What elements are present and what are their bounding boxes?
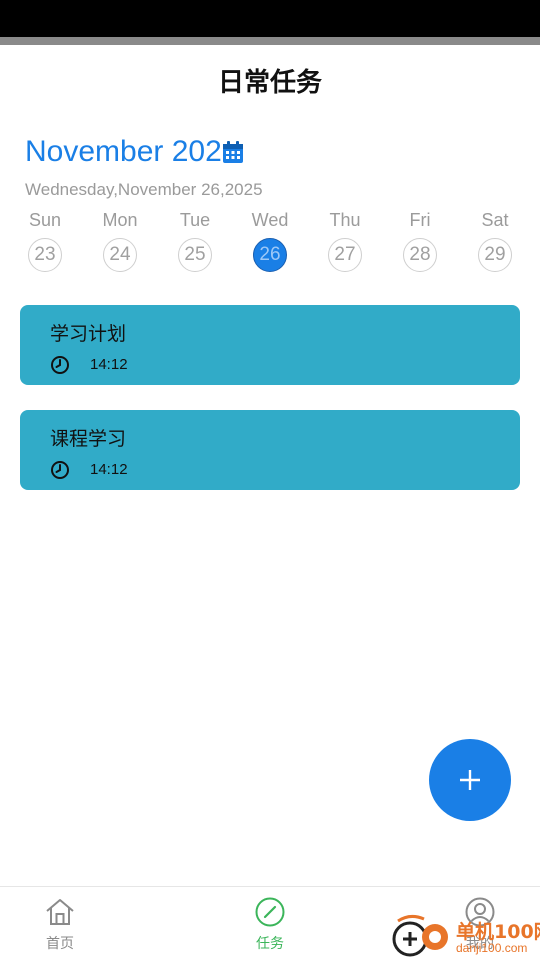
day-name: Sat	[481, 210, 509, 230]
home-icon	[46, 899, 74, 925]
day-number: 28	[403, 238, 437, 272]
day-fri[interactable]: Fri 28	[390, 208, 450, 272]
day-name: Fri	[409, 210, 431, 230]
selected-date-full: Wednesday,November 26,2025	[25, 180, 263, 199]
calendar-icon[interactable]	[222, 140, 244, 164]
watermark-text: 单机100网	[456, 921, 540, 943]
status-bar-divider	[0, 37, 540, 45]
task-card[interactable]: 课程学习 14:12	[20, 410, 520, 490]
day-number-selected: 26	[253, 238, 287, 272]
task-title: 学习计划	[50, 323, 127, 345]
day-name: Thu	[329, 210, 361, 230]
day-thu[interactable]: Thu 27	[315, 208, 375, 272]
day-tue[interactable]: Tue 25	[165, 208, 225, 272]
day-number: 29	[478, 238, 512, 272]
watermark-subtext: danji100.com	[456, 941, 528, 955]
nav-item-home[interactable]: 首页	[0, 887, 120, 961]
day-number: 24	[103, 238, 137, 272]
day-name: Mon	[102, 210, 138, 230]
nav-label: 任务	[256, 936, 284, 952]
status-bar	[0, 0, 540, 37]
plus-icon	[460, 770, 480, 790]
month-label: November 202	[25, 135, 222, 168]
clock-icon	[51, 356, 69, 374]
task-time: 14:12	[90, 356, 128, 373]
site-watermark: 单机100网 danji100.com	[390, 913, 540, 960]
day-number: 25	[178, 238, 212, 272]
task-card[interactable]: 学习计划 14:12	[20, 305, 520, 385]
task-time: 14:12	[90, 461, 128, 478]
day-wed[interactable]: Wed 26	[240, 208, 300, 272]
week-strip: Sun 23 Mon 24 Tue 25 Wed 26 Thu 27 Fri 2…	[0, 208, 540, 278]
add-task-button[interactable]	[429, 739, 511, 821]
pencil-circle-icon	[255, 897, 285, 927]
day-sat[interactable]: Sat 29	[465, 208, 525, 272]
day-name: Wed	[251, 210, 289, 230]
day-number: 27	[328, 238, 362, 272]
watermark-logo-icon	[392, 914, 448, 957]
nav-item-tasks[interactable]: 任务	[210, 887, 330, 961]
day-number: 23	[28, 238, 62, 272]
day-mon[interactable]: Mon 24	[90, 208, 150, 272]
clock-icon	[51, 461, 69, 479]
month-header: November 202	[25, 132, 244, 172]
task-title: 课程学习	[50, 428, 127, 450]
day-sun[interactable]: Sun 23	[15, 208, 75, 272]
page-title: 日常任务	[217, 68, 322, 98]
day-name: Sun	[28, 210, 62, 230]
day-name: Tue	[179, 210, 211, 230]
nav-label: 首页	[46, 936, 74, 952]
